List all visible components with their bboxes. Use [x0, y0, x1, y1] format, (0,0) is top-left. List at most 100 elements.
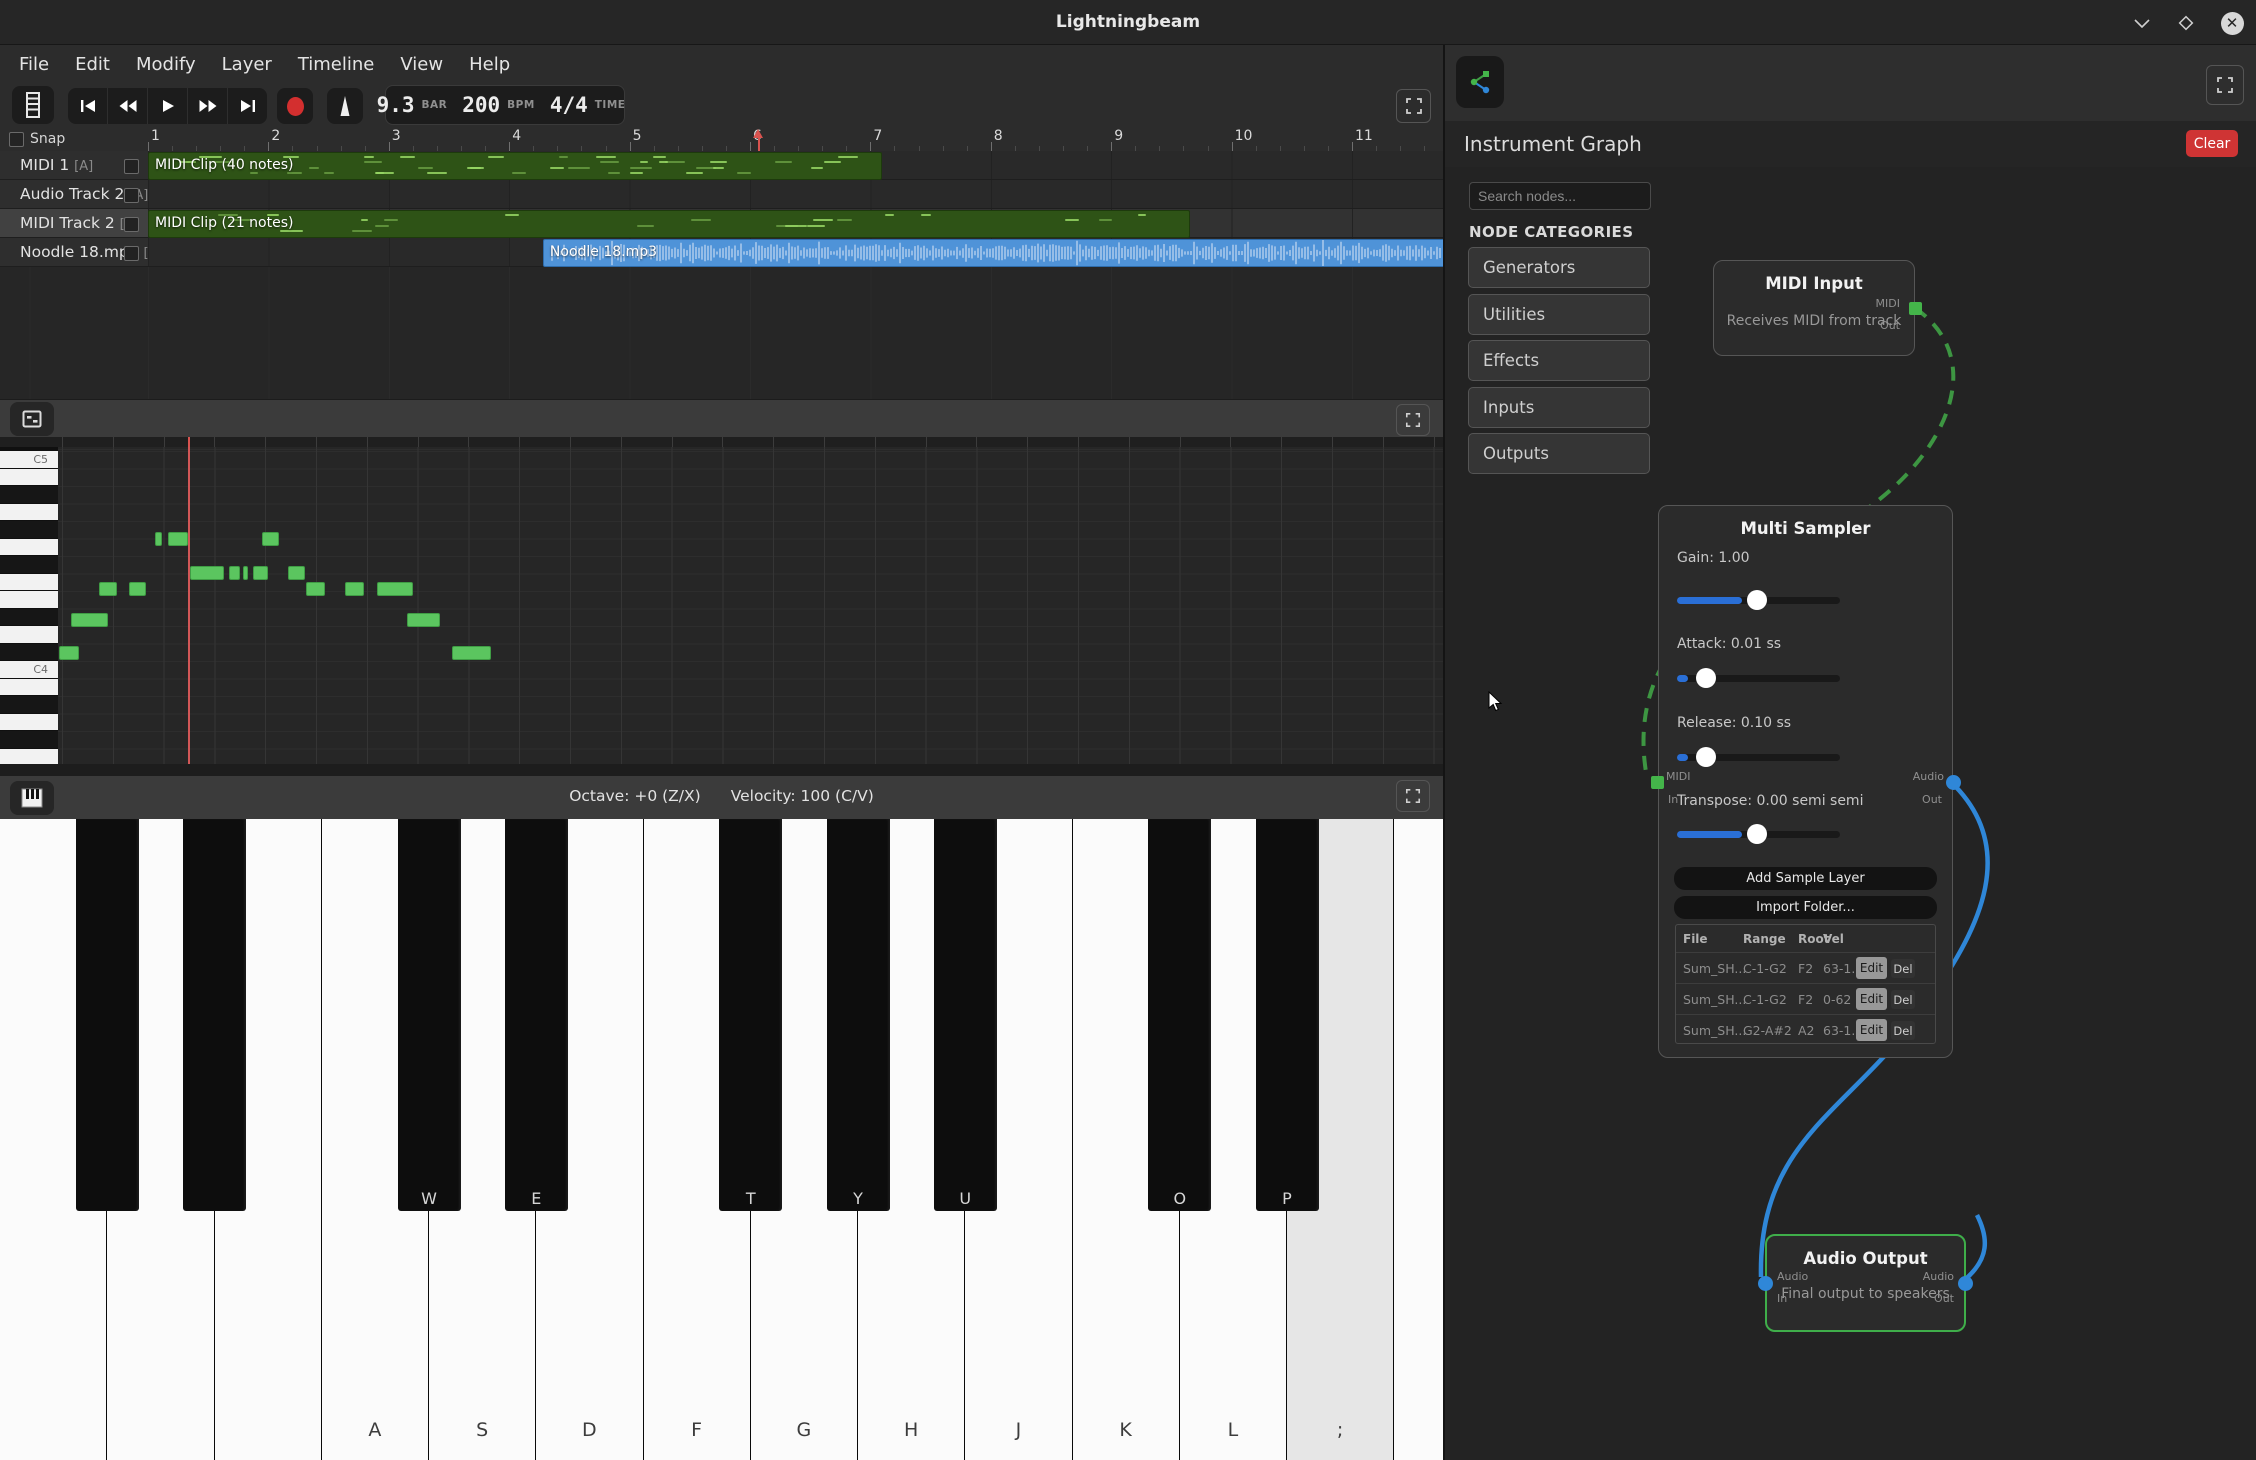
black-key-e[interactable]: E — [505, 819, 568, 1211]
piano-roll-mode-button[interactable] — [10, 402, 54, 436]
minimize-icon[interactable] — [2130, 11, 2154, 35]
category-generators[interactable]: Generators — [1468, 247, 1650, 288]
category-effects[interactable]: Effects — [1468, 340, 1650, 381]
slider-thumb[interactable] — [1747, 824, 1767, 844]
track-checkbox[interactable] — [124, 217, 139, 232]
piano-roll-black-key[interactable] — [0, 644, 58, 661]
midi-note[interactable] — [243, 566, 248, 580]
piano-roll-mini-ruler[interactable] — [0, 437, 1443, 447]
skip-to-end-button[interactable] — [228, 88, 267, 124]
timeline-expand-button[interactable] — [1396, 89, 1431, 123]
node-audio-output[interactable]: Audio Output Final output to speakers Au… — [1765, 1234, 1966, 1332]
piano-roll-white-key[interactable] — [0, 574, 58, 591]
clip-midi[interactable]: MIDI Clip (21 notes) — [148, 210, 1190, 238]
piano-roll-grid[interactable] — [58, 447, 1443, 764]
midi-note[interactable] — [452, 646, 491, 660]
skip-to-start-button[interactable] — [68, 88, 108, 124]
piano-roll-black-key[interactable] — [0, 731, 58, 748]
piano-roll-black-key[interactable] — [0, 521, 58, 538]
record-button[interactable] — [277, 88, 313, 124]
audio-in-port[interactable] — [1758, 1276, 1773, 1291]
delete-layer-button[interactable]: Del — [1891, 959, 1915, 978]
black-key-w[interactable]: W — [398, 819, 461, 1211]
midi-note[interactable] — [345, 582, 364, 596]
audio-out-port[interactable] — [1958, 1276, 1973, 1291]
track-checkbox[interactable] — [124, 159, 139, 174]
menu-layer[interactable]: Layer — [209, 54, 285, 75]
black-key-y[interactable]: Y — [827, 819, 890, 1211]
track-row[interactable]: MIDI Clip (40 notes)MIDI 1 [A] — [0, 151, 1443, 180]
slider-track[interactable] — [1677, 831, 1840, 838]
track-lane[interactable]: MIDI Clip (21 notes) — [148, 209, 1443, 237]
piano-roll-white-key[interactable] — [0, 714, 58, 731]
piano-roll-white-key[interactable]: C5 — [0, 451, 58, 468]
midi-note[interactable] — [229, 566, 240, 580]
node-multi-sampler[interactable]: Multi Sampler Gain: 1.00Attack: 0.01 ssR… — [1658, 505, 1953, 1058]
black-key-u[interactable]: U — [934, 819, 997, 1211]
import-folder-button[interactable]: Import Folder... — [1674, 896, 1937, 919]
piano-roll-black-key[interactable] — [0, 609, 58, 626]
piano-roll-white-key[interactable] — [0, 626, 58, 643]
delete-layer-button[interactable]: Del — [1891, 990, 1915, 1009]
search-nodes-input[interactable] — [1469, 182, 1651, 210]
track-checkbox[interactable] — [124, 246, 139, 261]
black-key-t[interactable]: T — [719, 819, 782, 1211]
film-strip-button[interactable] — [12, 86, 54, 124]
black-key-o[interactable]: O — [1148, 819, 1211, 1211]
piano-roll-white-key[interactable] — [0, 749, 58, 766]
slider-thumb[interactable] — [1696, 668, 1716, 688]
white-key[interactable] — [1394, 819, 1443, 1460]
menu-modify[interactable]: Modify — [123, 54, 209, 75]
menu-view[interactable]: View — [387, 54, 456, 75]
category-outputs[interactable]: Outputs — [1468, 433, 1650, 474]
track-lane[interactable]: Noodle 18.mp3 — [148, 238, 1443, 266]
category-utilities[interactable]: Utilities — [1468, 294, 1650, 335]
track-checkbox[interactable] — [124, 188, 139, 203]
black-key[interactable] — [183, 819, 246, 1211]
menu-file[interactable]: File — [6, 54, 62, 75]
piano-roll-white-key[interactable] — [0, 591, 58, 608]
slider-thumb[interactable] — [1747, 590, 1767, 610]
midi-note[interactable] — [407, 613, 440, 627]
track-lane[interactable]: MIDI Clip (40 notes) — [148, 151, 1443, 179]
playhead-marker[interactable] — [753, 129, 763, 138]
slider-track[interactable] — [1677, 597, 1840, 604]
play-button[interactable] — [148, 88, 188, 124]
midi-note[interactable] — [168, 532, 188, 546]
slider-track[interactable] — [1677, 675, 1840, 682]
track-row[interactable]: Noodle 18.mp3Noodle 18.mp3 [A] — [0, 238, 1443, 267]
keyboard-expand-button[interactable] — [1396, 780, 1430, 812]
midi-note[interactable] — [262, 532, 279, 546]
midi-note[interactable] — [253, 566, 268, 580]
rewind-button[interactable] — [108, 88, 148, 124]
midi-note[interactable] — [59, 646, 79, 660]
menu-edit[interactable]: Edit — [62, 54, 123, 75]
fast-forward-button[interactable] — [188, 88, 228, 124]
midi-note[interactable] — [190, 566, 224, 580]
timeline-ruler[interactable]: Snap 1234567891011 — [0, 127, 1443, 152]
midi-note[interactable] — [99, 582, 117, 596]
category-inputs[interactable]: Inputs — [1468, 387, 1650, 428]
piano-roll-white-key[interactable] — [0, 679, 58, 696]
piano-roll-playhead[interactable] — [188, 447, 190, 764]
menu-help[interactable]: Help — [456, 54, 523, 75]
midi-in-port[interactable] — [1651, 776, 1664, 789]
audio-out-port[interactable] — [1946, 775, 1961, 790]
piano-roll-expand-button[interactable] — [1396, 404, 1430, 436]
snap-checkbox[interactable] — [9, 132, 24, 147]
midi-note[interactable] — [306, 582, 325, 596]
midi-note[interactable] — [129, 582, 146, 596]
delete-layer-button[interactable]: Del — [1891, 1021, 1915, 1040]
midi-note[interactable] — [155, 532, 162, 546]
clip-midi[interactable]: MIDI Clip (40 notes) — [148, 152, 882, 180]
piano-roll-white-key[interactable]: C4 — [0, 661, 58, 678]
tempo-display[interactable]: 9.3 BAR 200 BPM 4/4 TIME — [385, 85, 625, 125]
edit-layer-button[interactable]: Edit — [1856, 988, 1887, 1010]
black-key-p[interactable]: P — [1256, 819, 1319, 1211]
midi-note[interactable] — [288, 566, 305, 580]
track-row[interactable]: MIDI Clip (21 notes)MIDI Track 2 [A] — [0, 209, 1443, 238]
midi-note[interactable] — [377, 582, 413, 596]
piano-roll-black-key[interactable] — [0, 556, 58, 573]
metronome-button[interactable] — [327, 88, 363, 124]
piano-roll-black-key[interactable] — [0, 486, 58, 503]
